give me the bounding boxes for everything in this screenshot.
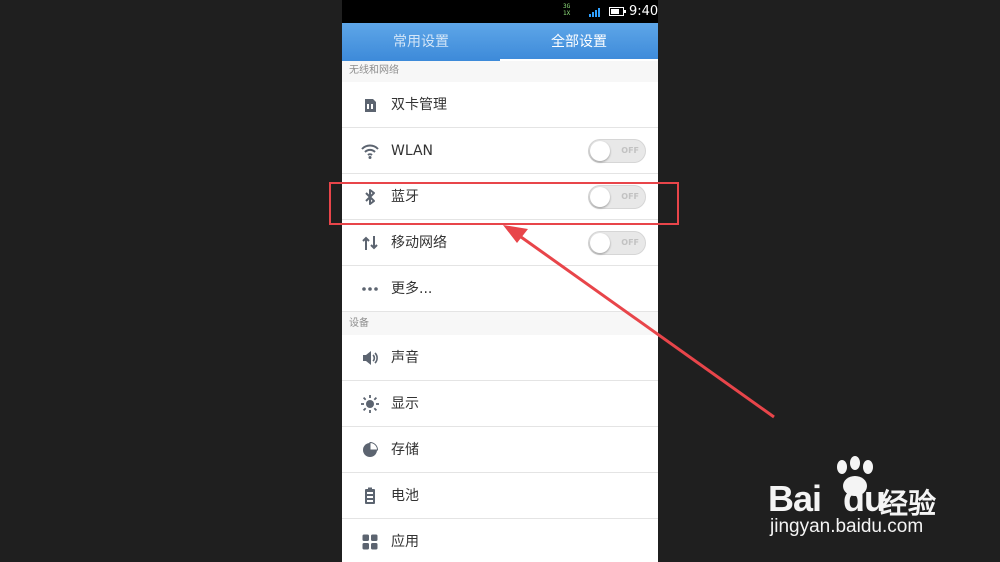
watermark-brand: Bai du xyxy=(768,478,886,519)
watermark-url: jingyan.baidu.com xyxy=(770,516,924,537)
baidu-jingyan-watermark: Bai du 经验 jingyan.baidu.com xyxy=(768,456,988,546)
